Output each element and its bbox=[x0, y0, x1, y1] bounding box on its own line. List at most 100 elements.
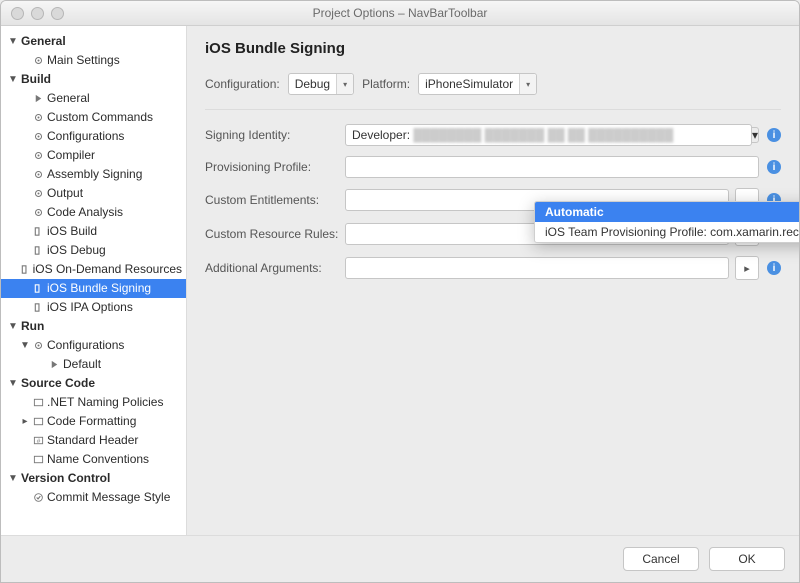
rect-icon bbox=[31, 245, 45, 256]
sidebar-item-label: Compiler bbox=[45, 146, 95, 165]
sidebar-group-label: General bbox=[19, 32, 66, 51]
sidebar-item-label: iOS Bundle Signing bbox=[45, 279, 151, 298]
sidebar-item[interactable]: iOS On-Demand Resources bbox=[1, 260, 186, 279]
additional-arguments-row: Additional Arguments: ▸ i bbox=[205, 256, 781, 280]
window-body: ▼GeneralMain Settings▼BuildGeneralCustom… bbox=[1, 26, 799, 535]
provisioning-profile-row: Provisioning Profile: i bbox=[205, 156, 781, 178]
sidebar-item[interactable]: iOS IPA Options bbox=[1, 298, 186, 317]
disclosure-triangle-icon: ▼ bbox=[19, 336, 31, 355]
disclosure-triangle-icon: ▼ bbox=[7, 32, 19, 51]
sidebar-item[interactable]: Custom Commands bbox=[1, 108, 186, 127]
redacted-text: ████████ ███████ ██ ██ ██████████ bbox=[410, 128, 673, 142]
sidebar-item[interactable]: iOS Debug bbox=[1, 241, 186, 260]
sidebar-item-label: Standard Header bbox=[45, 431, 138, 450]
sidebar-item[interactable]: General bbox=[1, 89, 186, 108]
configuration-label: Configuration: bbox=[205, 77, 280, 91]
dropdown-item-team-profile[interactable]: iOS Team Provisioning Profile: com.xamar… bbox=[535, 222, 800, 242]
chevron-down-icon: ▾ bbox=[519, 74, 536, 94]
platform-select[interactable]: iPhoneSimulator ▾ bbox=[418, 73, 537, 95]
gear-icon bbox=[31, 131, 45, 142]
sidebar-item[interactable]: iOS Bundle Signing bbox=[1, 279, 186, 298]
signing-identity-label: Signing Identity: bbox=[205, 128, 345, 142]
custom-entitlements-label: Custom Entitlements: bbox=[205, 193, 345, 207]
box-icon bbox=[31, 454, 45, 465]
sidebar-item[interactable]: Code Analysis bbox=[1, 203, 186, 222]
sidebar-item[interactable]: Assembly Signing bbox=[1, 165, 186, 184]
sidebar-item[interactable]: ▼ Configurations bbox=[1, 336, 186, 355]
sidebar-item-label: Commit Message Style bbox=[45, 488, 170, 507]
box-icon bbox=[31, 397, 45, 408]
rect-icon bbox=[31, 283, 45, 294]
dialog-footer: Cancel OK bbox=[1, 535, 799, 582]
provisioning-profile-select[interactable] bbox=[345, 156, 759, 178]
gear-icon bbox=[31, 150, 45, 161]
gear-icon bbox=[31, 207, 45, 218]
config-toolbar: Configuration: Debug ▾ Platform: iPhoneS… bbox=[205, 73, 781, 95]
additional-arguments-input[interactable] bbox=[345, 257, 729, 279]
sidebar-item[interactable]: Main Settings bbox=[1, 51, 186, 70]
sidebar-item-label: Configurations bbox=[45, 336, 124, 355]
play-icon bbox=[47, 359, 61, 370]
box-icon bbox=[31, 416, 45, 427]
main-panel: iOS Bundle Signing Configuration: Debug … bbox=[187, 26, 799, 535]
svg-text:#: # bbox=[36, 438, 40, 445]
gear-icon bbox=[31, 55, 45, 66]
sidebar-group[interactable]: ▼General bbox=[1, 32, 186, 51]
sidebar-item-label: Main Settings bbox=[45, 51, 120, 70]
sidebar-item-label: iOS Build bbox=[45, 222, 97, 241]
custom-resource-rules-label: Custom Resource Rules: bbox=[205, 227, 345, 241]
chevron-down-icon: ▾ bbox=[336, 74, 353, 94]
provisioning-profile-dropdown[interactable]: Automatic iOS Team Provisioning Profile:… bbox=[534, 201, 800, 243]
divider bbox=[205, 109, 781, 110]
sidebar-item[interactable]: Compiler bbox=[1, 146, 186, 165]
sidebar-item[interactable]: # Standard Header bbox=[1, 431, 186, 450]
titlebar: Project Options – NavBarToolbar bbox=[1, 1, 799, 26]
sidebar-item[interactable]: iOS Build bbox=[1, 222, 186, 241]
sidebar-group-label: Build bbox=[19, 70, 51, 89]
disclosure-triangle-icon: ▼ bbox=[7, 70, 19, 89]
info-icon[interactable]: i bbox=[767, 261, 781, 275]
platform-value: iPhoneSimulator bbox=[419, 77, 519, 91]
sidebar-group-label: Run bbox=[19, 317, 44, 336]
page-title: iOS Bundle Signing bbox=[205, 40, 781, 57]
gear-icon bbox=[31, 112, 45, 123]
sidebar-group[interactable]: ▼Source Code bbox=[1, 374, 186, 393]
sidebar-group[interactable]: ▼Build bbox=[1, 70, 186, 89]
sidebar-item[interactable]: Output bbox=[1, 184, 186, 203]
project-options-window: Project Options – NavBarToolbar ▼General… bbox=[0, 0, 800, 583]
disclosure-triangle-icon: ▼ bbox=[7, 317, 19, 336]
sidebar-item[interactable]: Default bbox=[1, 355, 186, 374]
sidebar-item[interactable]: Commit Message Style bbox=[1, 488, 186, 507]
window-title: Project Options – NavBarToolbar bbox=[1, 6, 799, 20]
chevron-down-icon[interactable]: ▾ bbox=[752, 127, 759, 143]
sidebar-item-label: Name Conventions bbox=[45, 450, 149, 469]
sidebar-item[interactable]: .NET Naming Policies bbox=[1, 393, 186, 412]
info-icon[interactable]: i bbox=[767, 128, 781, 142]
sidebar-item-label: Code Analysis bbox=[45, 203, 123, 222]
signing-identity-select[interactable]: Developer: ████████ ███████ ██ ██ ██████… bbox=[345, 124, 752, 146]
sidebar-item-label: General bbox=[45, 89, 90, 108]
configuration-select[interactable]: Debug ▾ bbox=[288, 73, 354, 95]
gear-icon bbox=[31, 340, 45, 351]
gear-icon bbox=[31, 169, 45, 180]
signing-identity-row: Signing Identity: Developer: ████████ ██… bbox=[205, 124, 781, 146]
sidebar-item-label: Custom Commands bbox=[45, 108, 153, 127]
sidebar-item[interactable]: ▸Code Formatting bbox=[1, 412, 186, 431]
ok-button[interactable]: OK bbox=[709, 547, 785, 571]
sidebar-group[interactable]: ▼Version Control bbox=[1, 469, 186, 488]
sidebar-item-label: Default bbox=[61, 355, 101, 374]
check-icon bbox=[31, 492, 45, 503]
provisioning-profile-label: Provisioning Profile: bbox=[205, 160, 345, 174]
sidebar[interactable]: ▼GeneralMain Settings▼BuildGeneralCustom… bbox=[1, 26, 187, 535]
sidebar-group[interactable]: ▼Run bbox=[1, 317, 186, 336]
run-button[interactable]: ▸ bbox=[735, 256, 759, 280]
disclosure-triangle-icon: ▼ bbox=[7, 469, 19, 488]
disclosure-triangle-icon: ▼ bbox=[7, 374, 19, 393]
sidebar-item[interactable]: Name Conventions bbox=[1, 450, 186, 469]
cancel-button[interactable]: Cancel bbox=[623, 547, 699, 571]
additional-arguments-label: Additional Arguments: bbox=[205, 261, 345, 275]
sidebar-item[interactable]: Configurations bbox=[1, 127, 186, 146]
dropdown-item-automatic[interactable]: Automatic bbox=[535, 202, 800, 222]
info-icon[interactable]: i bbox=[767, 160, 781, 174]
sidebar-item-label: Assembly Signing bbox=[45, 165, 142, 184]
